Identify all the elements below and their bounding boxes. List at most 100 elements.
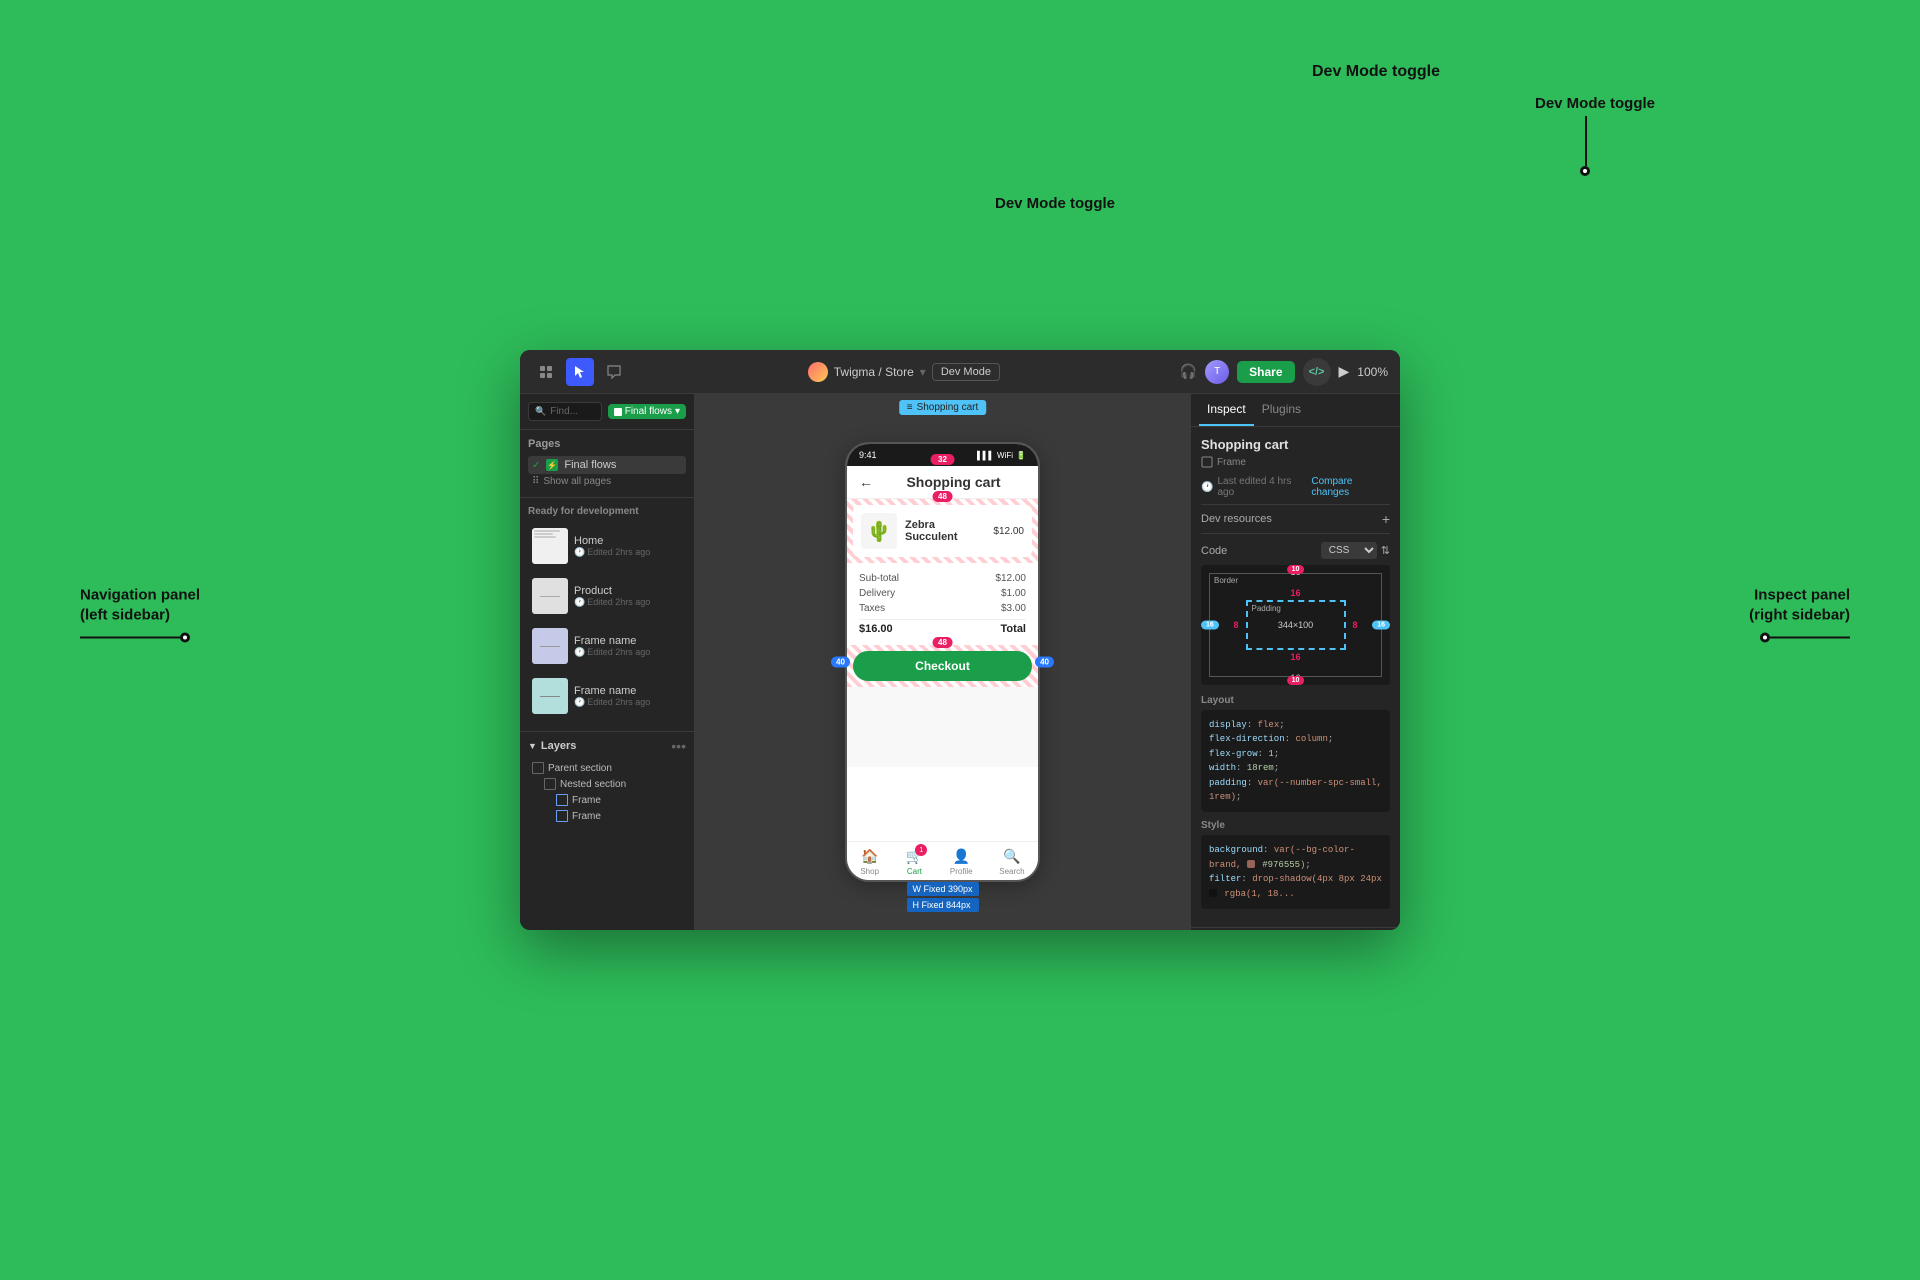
checkout-button[interactable]: Checkout [853, 651, 1032, 681]
language-select[interactable]: CSS SCSS [1321, 542, 1377, 559]
share-button[interactable]: Share [1237, 361, 1294, 383]
toolbar-left [532, 358, 628, 386]
bottom-navigation: 🏠 Shop 🛒 1 Cart 👤 [847, 841, 1038, 880]
total-label: Total [1001, 623, 1026, 635]
frame-icon-2 [556, 810, 568, 822]
box-right-badge: 16 [1372, 621, 1390, 630]
frame-time-product: 🕐 Edited 2hrs ago [574, 597, 682, 608]
play-icon[interactable]: ▶ [1339, 363, 1350, 380]
dev-resources-label: Dev resources [1201, 513, 1272, 525]
compare-changes-link[interactable]: Compare changes [1311, 476, 1390, 498]
plugins-tab[interactable]: Plugins [1254, 394, 1309, 426]
layers-menu-icon[interactable]: ••• [671, 738, 686, 754]
profile-icon: 👤 [953, 848, 970, 865]
cart-badge-container: 🛒 1 [906, 848, 923, 865]
cart-label: Cart [907, 867, 922, 876]
nav-cart[interactable]: 🛒 1 Cart [906, 848, 923, 876]
frame-info-1: Frame name 🕐 Edited 2hrs ago [574, 635, 682, 658]
layer-nested-section[interactable]: Nested section [540, 776, 686, 792]
frame-card-product[interactable]: Product 🕐 Edited 2hrs ago [528, 573, 686, 619]
box-center-dimensions: 344×100 [1278, 620, 1313, 630]
frame-name-product: Product [574, 585, 682, 597]
clock-icon-3: 🕐 [574, 647, 585, 658]
shop-label: Shop [860, 867, 879, 876]
nav-shop[interactable]: 🏠 Shop [860, 848, 879, 876]
main-content: 🔍 Find... Final flows ▾ Pages ✓ ⚡ Final … [520, 394, 1400, 930]
signal-icon: ▌▌▌ [977, 451, 994, 460]
layer-parent-section[interactable]: Parent section [528, 760, 686, 776]
total-row: $16.00 Total [859, 619, 1026, 637]
nav-arrow-dot [180, 633, 190, 643]
search-nav-icon: 🔍 [1003, 848, 1020, 865]
layers-header: ▼ Layers ••• [528, 738, 686, 754]
nav-panel-annotation: Navigation panel(left sidebar) [80, 586, 200, 643]
layer-frame-label-1: Frame [572, 795, 601, 806]
product-image: 🌵 [861, 513, 897, 549]
layer-frame-1[interactable]: Frame [552, 792, 686, 808]
taxes-row: Taxes $3.00 [859, 601, 1026, 616]
nav-arrow [80, 633, 200, 643]
cursor-icon[interactable] [566, 358, 594, 386]
border-label: Border [1214, 576, 1238, 585]
flow-badge[interactable]: Final flows ▾ [608, 404, 686, 419]
headphone-icon[interactable]: 🎧 [1180, 363, 1197, 380]
dots-icon: ⠿ [532, 476, 539, 487]
toolbar-center: Twigma / Store ▾ Dev Mode [636, 362, 1172, 382]
layout-section-title: Layout [1201, 695, 1390, 706]
layers-label: Layers [541, 740, 576, 752]
padding-box: Padding 16 16 8 8 344×100 [1246, 600, 1346, 650]
back-arrow-icon[interactable]: ← [859, 474, 873, 490]
frame-card-1[interactable]: Frame name 🕐 Edited 2hrs ago [528, 623, 686, 669]
layers-section: ▼ Layers ••• Parent section Nested secti… [520, 731, 694, 930]
frame-time-1: 🕐 Edited 2hrs ago [574, 647, 682, 658]
box-left-badge: 16 [1201, 621, 1219, 630]
dev-mode-annotation: Dev Mode toggle [1535, 95, 1655, 176]
frame-info-home: Home 🕐 Edited 2hrs ago [574, 535, 682, 558]
border-box: Border Padding 16 16 8 8 344×100 [1209, 573, 1382, 677]
profile-label: Profile [950, 867, 973, 876]
inspect-panel-annotation-text: Inspect panel(right sidebar) [1749, 586, 1850, 625]
badge-48-top: 48 [932, 491, 953, 502]
toolbar-right: 🎧 T Share </> ▶ 100% [1180, 358, 1388, 386]
pages-section-title: Pages [528, 438, 686, 450]
layer-parent-label: Parent section [548, 763, 612, 774]
inspect-tab[interactable]: Inspect [1199, 394, 1254, 426]
product-name: Zebra Succulent [905, 519, 961, 543]
figma-window: Twigma / Store ▾ Dev Mode 🎧 T Share </> … [520, 350, 1400, 930]
page-item-final-flows[interactable]: ✓ ⚡ Final flows [528, 456, 686, 474]
layer-frame-2[interactable]: Frame [552, 808, 686, 824]
zoom-level[interactable]: 100% [1357, 365, 1388, 379]
frame-card-2[interactable]: Frame name 🕐 Edited 2hrs ago [528, 673, 686, 719]
frame-card-home[interactable]: Home 🕐 Edited 2hrs ago [528, 523, 686, 569]
last-edited-text: Last edited 4 hrs ago [1217, 476, 1307, 498]
ready-for-dev-section: Ready for development Home 🕐 Edited 2hrs… [520, 497, 694, 731]
pages-section: Pages ✓ ⚡ Final flows ⠿ Show all pages [520, 430, 694, 497]
canvas-tab: ≡ Shopping cart [899, 400, 987, 415]
layout-line-2: flex-direction: column; [1209, 732, 1382, 746]
nav-arrow-line [80, 637, 180, 639]
style-code-block: background: var(--bg-color-brand, #97655… [1201, 835, 1390, 909]
collapse-icon[interactable]: ▼ [528, 741, 537, 751]
style-line-1: background: var(--bg-color-brand, #97655… [1209, 843, 1382, 872]
shop-icon: 🏠 [861, 848, 878, 865]
show-all-pages-button[interactable]: ⠿ Show all pages [528, 474, 686, 489]
sort-icon[interactable]: ⇅ [1381, 544, 1390, 557]
comment-icon[interactable] [600, 358, 628, 386]
nav-panel-annotation-text: Navigation panel(left sidebar) [80, 586, 200, 625]
code-label: Code [1201, 545, 1227, 557]
nav-profile[interactable]: 👤 Profile [950, 848, 973, 876]
find-input[interactable]: 🔍 Find... [528, 402, 602, 421]
layers-title: ▼ Layers [528, 740, 576, 752]
grid-icon[interactable] [532, 358, 560, 386]
clock-icon-4: 🕐 [574, 697, 585, 708]
component-title: Shopping cart [1201, 437, 1390, 452]
phone-frame: 9:41 ▌▌▌ WiFi 🔋 ← Shopping cart [845, 442, 1040, 882]
badge-48-bottom: 48 [932, 637, 953, 648]
phone-time: 9:41 [859, 450, 877, 460]
add-resource-icon[interactable]: + [1382, 511, 1390, 527]
dev-mode-label: Dev Mode [932, 363, 1000, 381]
nav-search[interactable]: 🔍 Search [999, 848, 1024, 876]
dev-mode-toggle-button[interactable]: </> [1303, 358, 1331, 386]
battery-icon: 🔋 [1016, 451, 1026, 460]
dev-mode-toggle-annotation: Dev Mode toggle [1312, 62, 1440, 83]
